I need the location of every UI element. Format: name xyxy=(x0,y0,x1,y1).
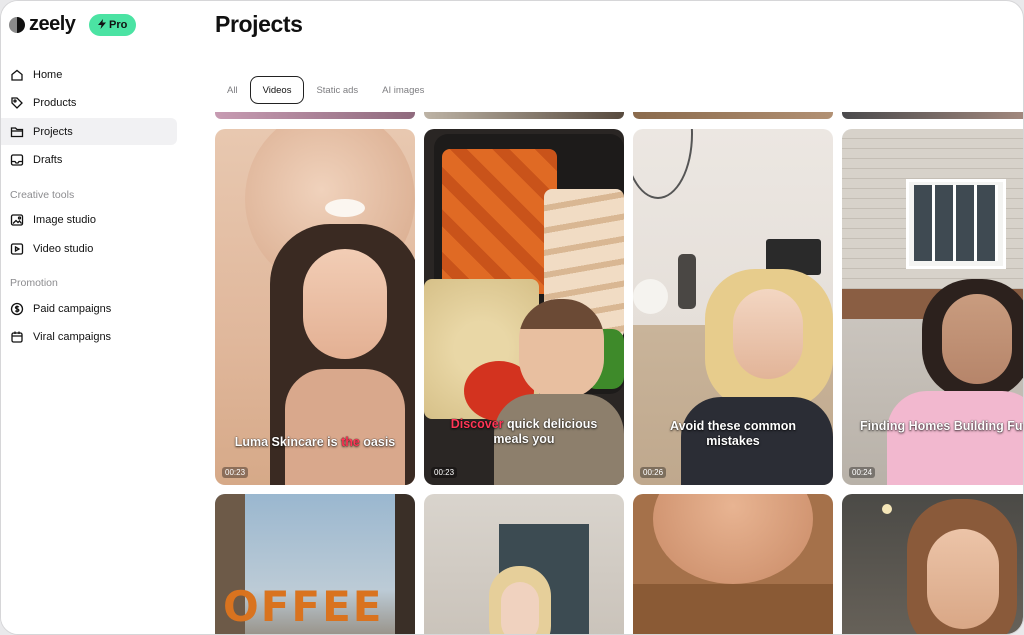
filter-tabs: All Videos Static ads AI images xyxy=(215,76,436,104)
video-caption: Avoid these common mistakes xyxy=(670,419,796,448)
bolt-icon xyxy=(98,18,106,32)
sidebar-item-viral-campaigns[interactable]: Viral campaigns xyxy=(1,323,177,350)
thumbnail-scene xyxy=(653,494,813,584)
thumbnail-scene xyxy=(887,391,1023,485)
sidebar-item-label: Viral campaigns xyxy=(33,330,112,343)
video-duration: 00:26 xyxy=(640,467,667,478)
pro-badge-label: Pro xyxy=(109,19,128,31)
video-card[interactable] xyxy=(424,494,624,634)
thumbnail-scene xyxy=(914,185,998,261)
thumbnail-scene xyxy=(442,149,557,294)
thumbnail-scene xyxy=(519,299,604,399)
video-caption: Luma Skincare is the oasis xyxy=(234,435,396,449)
sidebar-item-paid-campaigns[interactable]: Paid campaigns xyxy=(1,295,177,322)
calendar-icon xyxy=(10,330,24,344)
video-card[interactable]: Avoid these common mistakes 00:26 xyxy=(633,129,833,485)
video-card[interactable]: OFFEE xyxy=(215,494,415,634)
thumbnail-scene xyxy=(303,249,387,359)
previous-card-thumbnail[interactable] xyxy=(215,112,415,119)
previous-card-thumbnail[interactable] xyxy=(842,112,1023,119)
thumbnail-scene xyxy=(882,504,892,514)
sidebar-item-image-studio[interactable]: Image studio xyxy=(1,206,177,233)
tab-all[interactable]: All xyxy=(215,76,250,104)
video-card[interactable]: Discover quick delicious meals you 00:23 xyxy=(424,129,624,485)
thumbnail-scene xyxy=(633,129,693,199)
video-card[interactable] xyxy=(633,494,833,634)
section-label-promotion: Promotion xyxy=(10,277,58,289)
previous-card-thumbnail[interactable] xyxy=(633,112,833,119)
thumbnail-scene xyxy=(501,582,539,634)
thumbnail-scene xyxy=(395,494,415,634)
thumbnail-scene xyxy=(325,199,365,217)
sidebar: zeely Pro Home Products Projects Drafts … xyxy=(1,1,191,634)
thumbnail-scene xyxy=(927,529,999,629)
sidebar-item-projects[interactable]: Projects xyxy=(1,118,177,145)
pro-badge[interactable]: Pro xyxy=(89,14,137,36)
tag-icon xyxy=(10,96,24,110)
tab-ai-images[interactable]: AI images xyxy=(370,76,436,104)
video-duration: 00:24 xyxy=(849,467,876,478)
sidebar-item-home[interactable]: Home xyxy=(1,61,177,88)
thumbnail-scene xyxy=(678,254,696,309)
home-icon xyxy=(10,68,24,82)
section-label-creative: Creative tools xyxy=(10,189,75,201)
sidebar-item-label: Paid campaigns xyxy=(33,302,112,315)
sidebar-item-label: Home xyxy=(33,68,63,81)
video-duration: 00:23 xyxy=(222,467,249,478)
sidebar-item-label: Drafts xyxy=(33,153,63,166)
brand-name: zeely xyxy=(29,13,76,35)
folder-icon xyxy=(10,125,24,139)
video-card[interactable]: Finding Homes Building Futures is the 00… xyxy=(842,129,1023,485)
sidebar-item-label: Video studio xyxy=(33,242,94,255)
video-duration: 00:23 xyxy=(431,467,458,478)
tab-static-ads[interactable]: Static ads xyxy=(304,76,370,104)
video-caption: Finding Homes Building Futures is the xyxy=(860,419,1023,433)
sidebar-item-video-studio[interactable]: Video studio xyxy=(1,235,177,262)
page-title: Projects xyxy=(215,11,303,37)
previous-card-thumbnail[interactable] xyxy=(424,112,624,119)
tray-icon xyxy=(10,153,24,167)
image-icon xyxy=(10,213,24,227)
sidebar-item-label: Image studio xyxy=(33,213,96,226)
sidebar-item-label: Products xyxy=(33,96,77,109)
thumbnail-scene xyxy=(285,369,405,485)
app-window: zeely Pro Home Products Projects Drafts … xyxy=(0,0,1024,635)
video-icon xyxy=(10,242,24,256)
logo-mark-icon xyxy=(9,16,25,33)
cafe-sign-text: OFFEE xyxy=(223,582,384,631)
tab-videos[interactable]: Videos xyxy=(249,76,305,104)
thumbnail-scene xyxy=(942,294,1012,384)
sidebar-item-products[interactable]: Products xyxy=(1,89,177,116)
sidebar-item-drafts[interactable]: Drafts xyxy=(1,146,177,173)
video-caption: Discover quick delicious meals you xyxy=(450,417,598,446)
thumbnail-scene xyxy=(733,289,803,379)
dollar-icon xyxy=(10,302,24,316)
video-card[interactable] xyxy=(842,494,1023,634)
brand-logo[interactable]: zeely xyxy=(9,13,76,36)
sidebar-item-label: Projects xyxy=(33,125,73,138)
thumbnail-scene xyxy=(633,584,833,634)
thumbnail-scene xyxy=(633,279,668,314)
video-card[interactable]: Luma Skincare is the oasis 00:23 xyxy=(215,129,415,485)
